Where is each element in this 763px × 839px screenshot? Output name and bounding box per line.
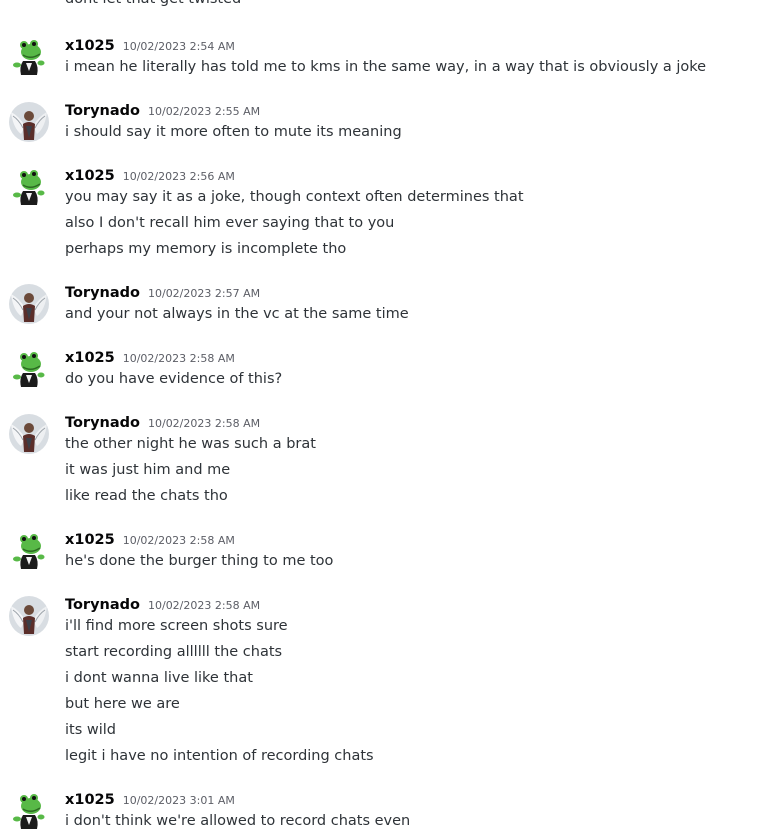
message-body: the other night he was such a brat it was… — [65, 434, 316, 512]
timestamp: 10/02/2023 2:55 AM — [147, 105, 261, 118]
message-header: Torynado 10/02/2023 2:55 AM — [65, 100, 260, 120]
username[interactable]: x1025 — [65, 350, 115, 366]
username[interactable]: x1025 — [65, 532, 115, 548]
message-line: i should say it more often to mute its m… — [65, 124, 402, 140]
message-line: do you have evidence of this? — [65, 371, 283, 387]
timestamp: 10/02/2023 2:56 AM — [122, 170, 235, 183]
message-body: i don't think we're allowed to record ch… — [65, 811, 410, 837]
message-line: you may say it as a joke, though context… — [65, 189, 524, 205]
message-header: x1025 10/02/2023 3:01 AM — [65, 789, 235, 809]
message-line: start recording allllll the chats — [65, 644, 283, 660]
timestamp: 10/02/2023 2:57 AM — [147, 287, 261, 300]
message-body: i mean he literally has told me to kms i… — [65, 57, 706, 83]
timestamp: 10/02/2023 3:01 AM — [122, 794, 235, 807]
winged-avatar-icon[interactable] — [9, 284, 49, 324]
message-header: x1025 10/02/2023 2:54 AM — [65, 35, 235, 55]
chat-message-list[interactable]: dont let that get twisted x1025 10/02/202… — [0, 0, 763, 839]
username[interactable]: x1025 — [65, 792, 115, 808]
timestamp: 10/02/2023 2:58 AM — [147, 599, 261, 612]
username[interactable]: Torynado — [65, 285, 140, 301]
message-line: the other night he was such a brat — [65, 436, 316, 452]
message-line: i don't think we're allowed to record ch… — [65, 813, 411, 829]
message-line: perhaps my memory is incomplete tho — [65, 241, 347, 257]
timestamp: 10/02/2023 2:54 AM — [122, 40, 235, 53]
message-line: i dont wanna live like that — [65, 670, 253, 686]
message-body: and your not always in the vc at the sam… — [65, 304, 409, 330]
message-line: i mean he literally has told me to kms i… — [65, 59, 707, 75]
message-line: its wild — [65, 722, 116, 738]
username[interactable]: Torynado — [65, 415, 140, 431]
winged-avatar-icon[interactable] — [9, 414, 49, 454]
timestamp: 10/02/2023 2:58 AM — [147, 417, 261, 430]
message-line: and your not always in the vc at the sam… — [65, 306, 409, 322]
message-header: x1025 10/02/2023 2:58 AM — [65, 529, 235, 549]
message-line: i'll find more screen shots sure — [65, 618, 288, 634]
username[interactable]: x1025 — [65, 168, 115, 184]
message-line: also I don't recall him ever saying that… — [65, 215, 395, 231]
message-line: it was just him and me — [65, 462, 231, 478]
message-line: like read the chats tho — [65, 488, 228, 504]
message-line: dont let that get twisted — [65, 0, 241, 9]
message-line: legit i have no intention of recording c… — [65, 748, 374, 764]
winged-avatar-icon[interactable] — [9, 596, 49, 636]
timestamp: 10/02/2023 2:58 AM — [122, 352, 235, 365]
message-line: he's done the burger thing to me too — [65, 553, 334, 569]
message-header: Torynado 10/02/2023 2:57 AM — [65, 282, 260, 302]
message-header: Torynado 10/02/2023 2:58 AM — [65, 412, 260, 432]
message-body: i'll find more screen shots sure start re… — [65, 616, 374, 772]
username[interactable]: Torynado — [65, 597, 140, 613]
username[interactable]: Torynado — [65, 103, 140, 119]
message-header: Torynado 10/02/2023 2:58 AM — [65, 594, 260, 614]
message-header: x1025 10/02/2023 2:56 AM — [65, 165, 235, 185]
message-body: i should say it more often to mute its m… — [65, 122, 402, 148]
timestamp: 10/02/2023 2:58 AM — [122, 534, 235, 547]
winged-avatar-icon[interactable] — [9, 102, 49, 142]
message-header: x1025 10/02/2023 2:58 AM — [65, 347, 235, 367]
frog-avatar-icon[interactable] — [9, 531, 49, 571]
frog-avatar-icon[interactable] — [9, 37, 49, 77]
frog-avatar-icon[interactable] — [9, 791, 49, 831]
message-body: you may say it as a joke, though context… — [65, 187, 524, 265]
username[interactable]: x1025 — [65, 38, 115, 54]
frog-avatar-icon[interactable] — [9, 167, 49, 207]
message-body: he's done the burger thing to me too — [65, 551, 333, 577]
frog-avatar-icon[interactable] — [9, 349, 49, 389]
message-body: do you have evidence of this? — [65, 369, 282, 395]
message-line: but here we are — [65, 696, 180, 712]
